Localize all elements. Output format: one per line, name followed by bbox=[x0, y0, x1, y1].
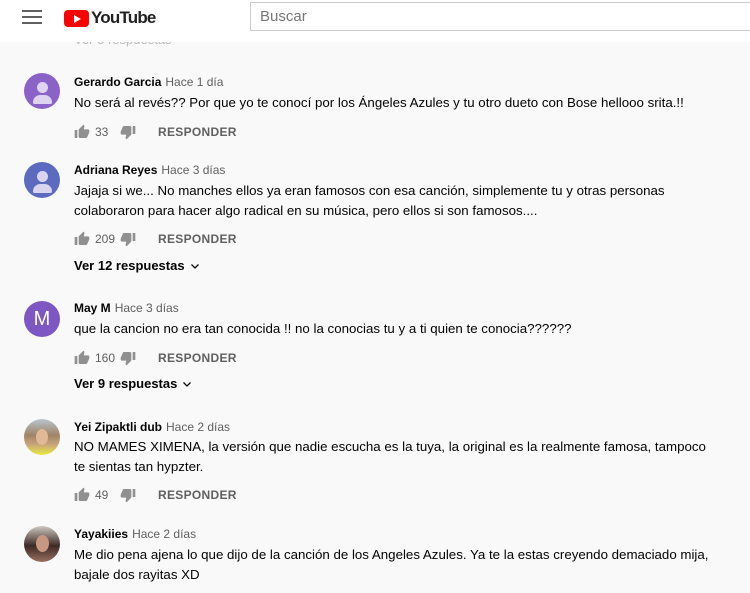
comment-time[interactable]: Hace 3 días bbox=[115, 301, 179, 315]
like-icon[interactable] bbox=[74, 231, 90, 247]
masthead: YouTube bbox=[0, 0, 750, 42]
comment-text: Me dio pena ajena lo que dijo de la canc… bbox=[74, 547, 709, 582]
comment-header: May M Hace 3 días bbox=[74, 300, 179, 316]
view-replies-label: Ver 9 respuestas bbox=[74, 376, 178, 391]
like-icon[interactable] bbox=[74, 487, 90, 503]
dislike-icon[interactable] bbox=[120, 124, 136, 140]
avatar[interactable]: M bbox=[24, 301, 60, 337]
reply-button[interactable]: RESPONDER bbox=[158, 232, 237, 246]
comment-header: Yayakiies Hace 2 días bbox=[74, 526, 196, 542]
dislike-icon[interactable] bbox=[120, 350, 136, 366]
like-icon[interactable] bbox=[74, 350, 90, 366]
like-count: 33 bbox=[95, 125, 109, 139]
comment-time[interactable]: Hace 2 días bbox=[166, 420, 230, 434]
avatar[interactable] bbox=[24, 162, 60, 198]
comment-time[interactable]: Hace 2 días bbox=[132, 527, 196, 541]
search-input[interactable] bbox=[251, 3, 750, 30]
comment-actions: 160 RESPONDER bbox=[74, 348, 237, 368]
chevron-down-icon bbox=[183, 381, 192, 387]
logo-text: YouTube bbox=[91, 8, 156, 27]
comment-author[interactable]: Yayakiies bbox=[74, 527, 128, 541]
dislike-icon[interactable] bbox=[120, 231, 136, 247]
comment-author[interactable]: May M bbox=[74, 301, 111, 315]
comment-author[interactable]: Adriana Reyes bbox=[74, 163, 157, 177]
avatar[interactable] bbox=[24, 73, 60, 109]
reply-button[interactable]: RESPONDER bbox=[158, 488, 237, 502]
comment-text: No será al revés?? Por que yo te conocí … bbox=[74, 95, 684, 110]
reply-button[interactable]: RESPONDER bbox=[158, 351, 237, 365]
comment-author[interactable]: Gerardo Garcia bbox=[74, 75, 161, 89]
chevron-down-icon bbox=[190, 263, 199, 269]
comment-actions: 33 RESPONDER bbox=[74, 122, 237, 142]
youtube-play-icon bbox=[64, 9, 89, 27]
view-replies-label: Ver 12 respuestas bbox=[74, 258, 185, 273]
avatar[interactable] bbox=[24, 526, 60, 562]
youtube-logo[interactable]: YouTube bbox=[64, 7, 156, 29]
comment-header: Adriana Reyes Hace 3 días bbox=[74, 162, 225, 178]
comment-actions: 49 RESPONDER bbox=[74, 485, 237, 505]
comment-actions: 209 RESPONDER bbox=[74, 229, 237, 249]
comment-author[interactable]: Yei Zipaktli dub bbox=[74, 420, 162, 434]
like-icon[interactable] bbox=[74, 124, 90, 140]
comment-time[interactable]: Hace 1 día bbox=[165, 75, 223, 89]
view-replies-button[interactable]: Ver 12 respuestas bbox=[74, 258, 201, 273]
reply-button[interactable]: RESPONDER bbox=[158, 125, 237, 139]
comment-header: Yei Zipaktli dub Hace 2 días bbox=[74, 419, 230, 435]
search-box[interactable] bbox=[250, 2, 750, 31]
comment-text: NO MAMES XIMENA, la versión que nadie es… bbox=[74, 439, 706, 474]
like-count: 160 bbox=[95, 351, 116, 365]
comment-text: Jajaja si we... No manches ellos ya eran… bbox=[74, 183, 665, 218]
comment-time[interactable]: Hace 3 días bbox=[161, 163, 225, 177]
dislike-icon[interactable] bbox=[120, 487, 136, 503]
comment-header: Gerardo Garcia Hace 1 día bbox=[74, 74, 223, 90]
comment-text: que la cancion no era tan conocida !! no… bbox=[74, 321, 572, 336]
menu-icon[interactable] bbox=[22, 10, 42, 26]
view-replies-button[interactable]: Ver 9 respuestas bbox=[74, 376, 193, 391]
avatar[interactable] bbox=[24, 419, 60, 455]
like-count: 49 bbox=[95, 488, 109, 502]
like-count: 209 bbox=[95, 232, 116, 246]
